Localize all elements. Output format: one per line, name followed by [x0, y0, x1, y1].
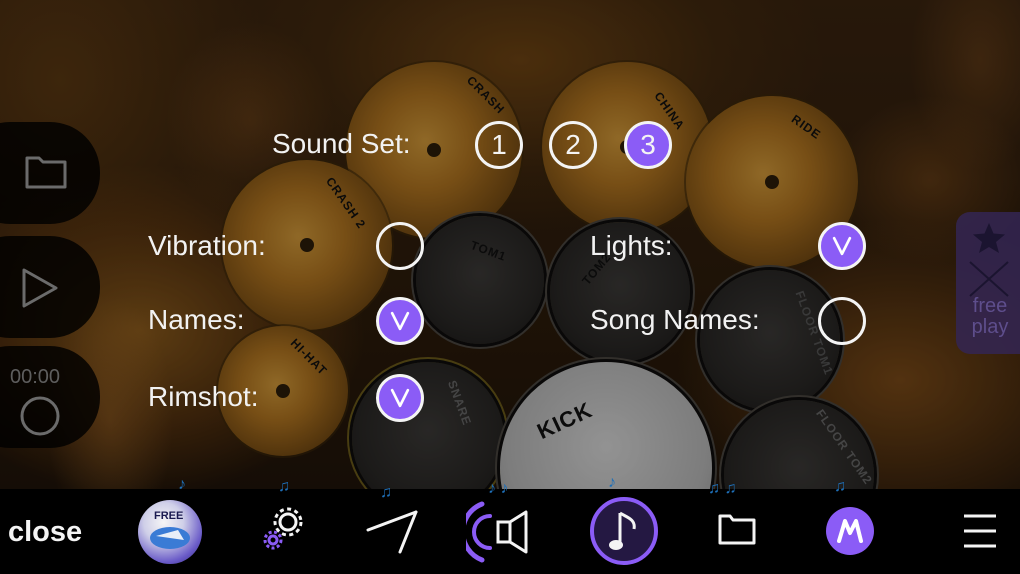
sound-set-2-button[interactable]: 2: [549, 121, 597, 169]
free-songs-icon: [150, 527, 190, 549]
menu-icon[interactable]: [962, 512, 998, 550]
music-note-deco: ♫: [834, 478, 846, 495]
play-label: play: [971, 316, 1009, 338]
sound-set-label: Sound Set:: [272, 128, 411, 159]
music-library-button[interactable]: [590, 497, 658, 565]
check-icon: [390, 388, 410, 408]
record-button[interactable]: 00:00: [0, 346, 100, 448]
drumsticks-icon[interactable]: [364, 504, 420, 556]
app-logo-button[interactable]: [826, 507, 874, 555]
music-note-icon: [609, 511, 636, 550]
crossed-sticks-icon: [969, 261, 1009, 297]
folder-icon[interactable]: [718, 512, 756, 546]
music-note-deco: ♪: [608, 474, 616, 491]
check-icon: [832, 236, 852, 256]
sound-speaker-icon[interactable]: [466, 500, 538, 564]
lights-toggle[interactable]: [818, 222, 866, 270]
open-folder-button[interactable]: [0, 122, 100, 224]
settings-gear-icon[interactable]: [262, 506, 304, 550]
star-icon: [973, 223, 1005, 253]
sound-set-1-button[interactable]: 1: [475, 121, 523, 169]
rimshot-toggle[interactable]: [376, 374, 424, 422]
music-note-deco: ♫: [380, 484, 392, 501]
free-play-label: free play: [960, 296, 1020, 338]
close-button[interactable]: close: [8, 516, 82, 549]
check-icon: [390, 311, 410, 331]
sound-set-3-button[interactable]: 3: [624, 121, 672, 169]
names-label: Names:: [148, 304, 245, 335]
free-songs-button[interactable]: FREE: [138, 500, 202, 564]
folder-icon: [25, 156, 67, 189]
vibration-toggle[interactable]: [376, 222, 424, 270]
rimshot-label: Rimshot:: [148, 381, 259, 412]
play-icon: [22, 268, 58, 308]
record-icon: [20, 396, 60, 436]
song-names-label: Song Names:: [590, 304, 760, 335]
song-names-toggle[interactable]: [818, 297, 866, 345]
names-toggle[interactable]: [376, 297, 424, 345]
play-button[interactable]: [0, 236, 100, 338]
music-note-deco: ♫ ♫: [708, 480, 737, 497]
music-note-deco: ♪ ♪: [488, 480, 509, 497]
record-timer: 00:00: [10, 366, 61, 388]
music-note-deco: ♪: [178, 476, 186, 493]
vibration-label: Vibration:: [148, 230, 266, 261]
app-logo-icon: [837, 519, 863, 543]
music-note-deco: ♫: [278, 478, 290, 495]
lights-label: Lights:: [590, 230, 673, 261]
free-label: free: [972, 295, 1008, 317]
